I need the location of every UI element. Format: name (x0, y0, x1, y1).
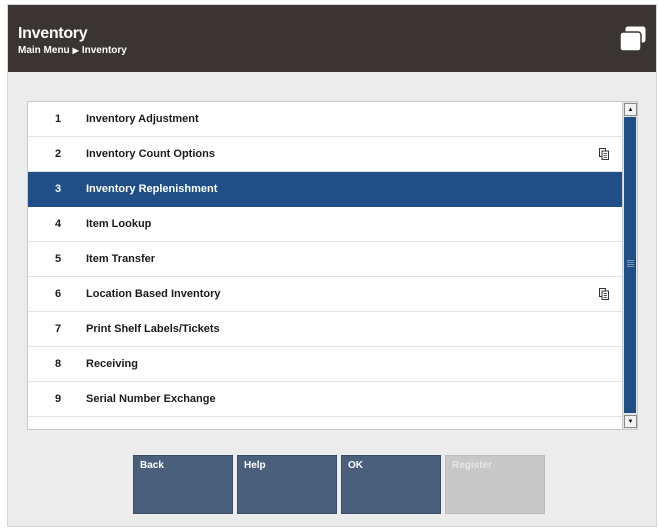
grip-line (627, 266, 634, 267)
menu-item-serial-number-exchange[interactable]: 9 Serial Number Exchange (28, 382, 633, 417)
breadcrumb: Main Menu ▶ Inventory (18, 45, 127, 56)
scroll-down-icon[interactable]: ▼ (624, 415, 637, 428)
header-bar: Inventory Main Menu ▶ Inventory (8, 5, 656, 72)
menu-item-number: 8 (54, 358, 62, 370)
scroll-up-icon[interactable]: ▲ (624, 103, 637, 116)
ok-button[interactable]: OK (341, 455, 441, 514)
breadcrumb-item-inventory: Inventory (81, 45, 127, 56)
menu-item-number: 2 (54, 148, 62, 160)
menu-list: 1 Inventory Adjustment 2 Inventory Count… (27, 101, 638, 430)
menu-item-number: 9 (54, 393, 62, 405)
menu-item-inventory-adjustment[interactable]: 1 Inventory Adjustment (28, 102, 633, 137)
vertical-scrollbar[interactable]: ▲ ▼ (622, 102, 637, 429)
menu-item-number: 3 (54, 183, 62, 195)
menu-item-number: 4 (54, 218, 62, 230)
menu-item-item-lookup[interactable]: 4 Item Lookup (28, 207, 633, 242)
windows-icon[interactable] (618, 25, 648, 53)
menu-item-print-shelf-labels[interactable]: 7 Print Shelf Labels/Tickets (28, 312, 633, 347)
menu-item-item-transfer[interactable]: 5 Item Transfer (28, 242, 633, 277)
menu-item-label: Inventory Replenishment (86, 183, 218, 195)
menu-item-number: 7 (54, 323, 62, 335)
menu-item-location-based-inventory[interactable]: 6 Location Based Inventory (28, 277, 633, 312)
help-button[interactable]: Help (237, 455, 337, 514)
menu-item-label: Item Lookup (86, 218, 152, 230)
menu-item-receiving[interactable]: 8 Receiving (28, 347, 633, 382)
menu-item-number: 5 (54, 253, 62, 265)
menu-item-inventory-replenishment[interactable]: 3 Inventory Replenishment (28, 172, 633, 207)
menu-item-label: Receiving (86, 358, 138, 370)
menu-item-label: Serial Number Exchange (86, 393, 216, 405)
menu-item-label: Location Based Inventory (86, 288, 221, 300)
menu-item-label: Inventory Count Options (86, 148, 215, 160)
back-button[interactable]: Back (133, 455, 233, 514)
menu-item-inventory-count-options[interactable]: 2 Inventory Count Options (28, 137, 633, 172)
document-copy-icon (599, 148, 609, 160)
page-title: Inventory (18, 25, 88, 42)
menu-item-label: Print Shelf Labels/Tickets (86, 323, 220, 335)
app-window: Inventory Main Menu ▶ Inventory 1 Inventor… (8, 5, 656, 526)
document-copy-icon (599, 288, 609, 300)
menu-item-label: Item Transfer (86, 253, 156, 265)
register-button: Register (445, 455, 545, 514)
grip-line (627, 260, 634, 261)
menu-item-label: Inventory Adjustment (86, 113, 199, 125)
breadcrumb-separator-icon: ▶ (72, 46, 79, 55)
scroll-thumb[interactable] (624, 117, 636, 413)
menu-item-number: 1 (54, 113, 62, 125)
breadcrumb-item-main-menu[interactable]: Main Menu (18, 45, 70, 56)
grip-line (627, 262, 634, 263)
grip-line (627, 264, 634, 265)
menu-item-number: 6 (54, 288, 62, 300)
